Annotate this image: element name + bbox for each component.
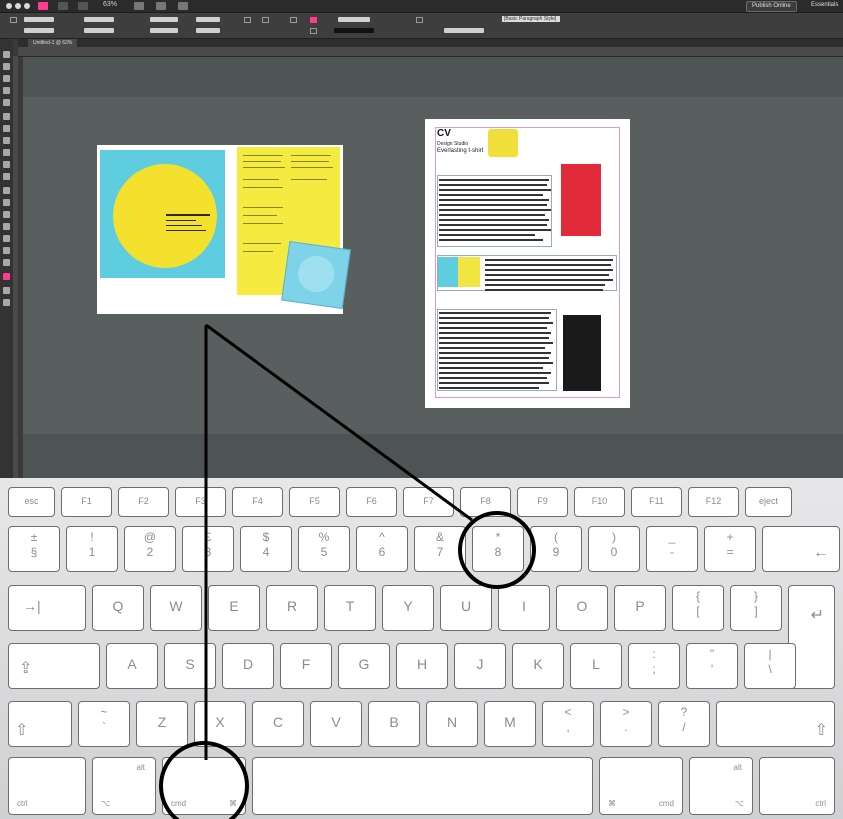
callout-overlay	[159, 323, 536, 819]
callout-line-diagonal	[205, 323, 473, 522]
highlight-cmd-key-circle	[159, 741, 249, 819]
highlight-8-key-circle	[458, 511, 536, 589]
